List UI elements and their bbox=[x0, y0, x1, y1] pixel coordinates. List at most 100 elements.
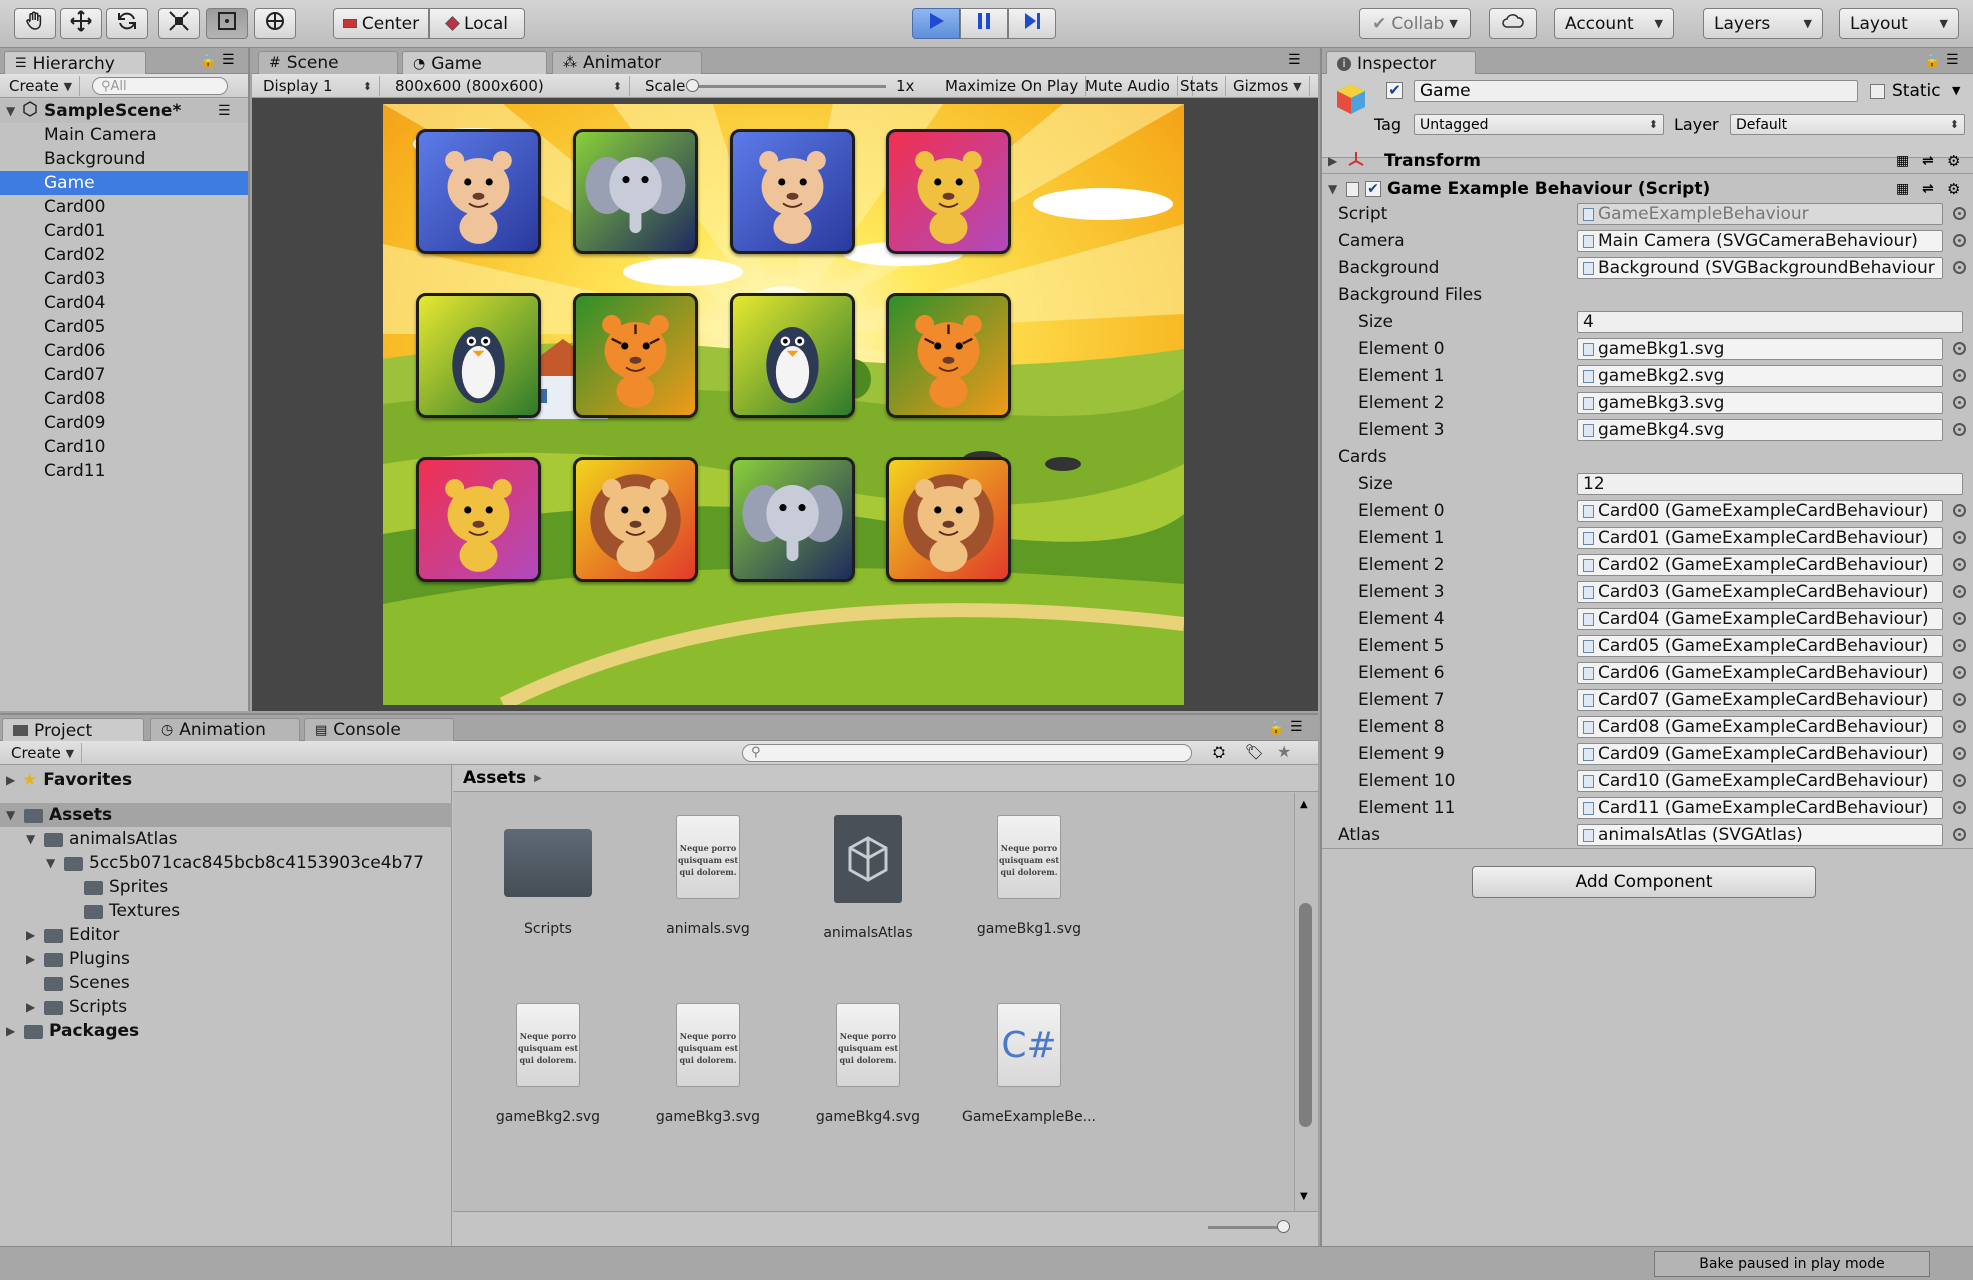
object-picker-icon[interactable] bbox=[1953, 234, 1966, 247]
lock-icon[interactable]: 🔒 bbox=[1924, 54, 1940, 69]
tab-scene[interactable]: # Scene bbox=[258, 51, 398, 74]
card-lion-cub[interactable] bbox=[730, 129, 855, 254]
card-field[interactable]: Card06 (GameExampleCardBehaviour) bbox=[1577, 662, 1943, 684]
card-leopard[interactable] bbox=[886, 129, 1011, 254]
hierarchy-item[interactable]: Card01 bbox=[0, 219, 248, 243]
enabled-checkbox[interactable]: ✔ bbox=[1365, 181, 1381, 197]
help-book-icon[interactable]: ▦ bbox=[1896, 153, 1909, 169]
preset-sliders-icon[interactable]: ⇌ bbox=[1922, 153, 1934, 169]
card-field[interactable]: Card07 (GameExampleCardBehaviour) bbox=[1577, 689, 1943, 711]
card-penguin[interactable] bbox=[730, 293, 855, 418]
rect-tool-button[interactable] bbox=[206, 8, 248, 39]
card-elephant[interactable] bbox=[573, 129, 698, 254]
assets-node[interactable]: ▼ Assets bbox=[0, 803, 452, 827]
card-field[interactable]: Card03 (GameExampleCardBehaviour) bbox=[1577, 581, 1943, 603]
step-button[interactable] bbox=[1008, 8, 1056, 39]
static-checkbox[interactable] bbox=[1870, 84, 1885, 99]
hierarchy-item[interactable]: Main Camera bbox=[0, 123, 248, 147]
scroll-up-icon[interactable]: ▲ bbox=[1300, 799, 1308, 810]
chevron-down-icon[interactable]: ▼ bbox=[46, 856, 60, 870]
object-picker-icon[interactable] bbox=[1953, 774, 1966, 787]
card-field[interactable]: Card10 (GameExampleCardBehaviour) bbox=[1577, 770, 1943, 792]
script-field[interactable]: GameExampleBehaviour bbox=[1577, 203, 1943, 225]
hierarchy-item[interactable]: Card03 bbox=[0, 267, 248, 291]
object-picker-icon[interactable] bbox=[1953, 639, 1966, 652]
gizmos-toggle[interactable]: Gizmos ▼ bbox=[1226, 76, 1310, 96]
card-field[interactable]: Card05 (GameExampleCardBehaviour) bbox=[1577, 635, 1943, 657]
script-component-header[interactable]: ▼ ✔ Game Example Behaviour (Script) ▦ ⇌ … bbox=[1322, 176, 1973, 202]
rotate-tool-button[interactable] bbox=[106, 8, 148, 39]
bg-file-field[interactable]: gameBkg3.svg bbox=[1577, 392, 1943, 414]
object-picker-icon[interactable] bbox=[1953, 504, 1966, 517]
hierarchy-create-button[interactable]: Create ▼ bbox=[2, 76, 81, 96]
object-picker-icon[interactable] bbox=[1953, 423, 1966, 436]
card-tiger[interactable] bbox=[573, 293, 698, 418]
game-canvas[interactable] bbox=[383, 104, 1184, 705]
card-tiger[interactable] bbox=[886, 293, 1011, 418]
scale-slider-handle[interactable] bbox=[686, 79, 699, 92]
asset-item[interactable]: C# GameExampleBe... bbox=[934, 1003, 1124, 1125]
tab-project[interactable]: Project bbox=[2, 718, 144, 742]
hierarchy-item[interactable]: Card10 bbox=[0, 435, 248, 459]
filter-by-type-icon[interactable]: ⛭ bbox=[1213, 743, 1225, 761]
help-book-icon[interactable]: ▦ bbox=[1896, 181, 1909, 197]
hierarchy-search-input[interactable]: ⚲ All bbox=[92, 77, 228, 95]
bg-file-field[interactable]: gameBkg1.svg bbox=[1577, 338, 1943, 360]
object-picker-icon[interactable] bbox=[1953, 666, 1966, 679]
project-search-input[interactable]: ⚲ bbox=[742, 744, 1192, 762]
display-dropdown[interactable]: Display 1 ⬍ bbox=[256, 76, 380, 96]
object-picker-icon[interactable] bbox=[1953, 612, 1966, 625]
hierarchy-item[interactable]: Card00 bbox=[0, 195, 248, 219]
camera-field[interactable]: Main Camera (SVGCameraBehaviour) bbox=[1577, 230, 1943, 252]
tree-folder-node[interactable]: ▶ Scripts bbox=[0, 995, 127, 1019]
scene-menu-icon[interactable]: ☰ bbox=[218, 103, 231, 119]
tab-console[interactable]: ▤ Console bbox=[304, 718, 454, 741]
transform-tool-button[interactable] bbox=[254, 8, 296, 39]
card-elephant[interactable] bbox=[730, 457, 855, 582]
object-picker-icon[interactable] bbox=[1953, 720, 1966, 733]
chevron-right-icon[interactable]: ▶ bbox=[26, 928, 40, 942]
maximize-on-play-toggle[interactable]: Maximize On Play bbox=[938, 76, 1087, 96]
card-lion[interactable] bbox=[573, 457, 698, 582]
card-field[interactable]: Card04 (GameExampleCardBehaviour) bbox=[1577, 608, 1943, 630]
asset-scrollbar[interactable]: ▲ ▼ bbox=[1294, 793, 1316, 1211]
favorites-node[interactable]: ▶ ★ Favorites bbox=[0, 768, 132, 792]
object-picker-icon[interactable] bbox=[1953, 747, 1966, 760]
mute-audio-toggle[interactable]: Mute Audio bbox=[1078, 76, 1178, 96]
object-picker-icon[interactable] bbox=[1953, 261, 1966, 274]
object-picker-icon[interactable] bbox=[1953, 693, 1966, 706]
pivot-space-toggle[interactable]: Local bbox=[429, 8, 525, 39]
card-field[interactable]: Card11 (GameExampleCardBehaviour) bbox=[1577, 797, 1943, 819]
tree-folder-node[interactable]: Scenes bbox=[0, 971, 130, 995]
tab-game[interactable]: ◔ Game bbox=[402, 51, 547, 75]
size-input[interactable]: 12 bbox=[1577, 473, 1963, 495]
tree-folder-node[interactable]: ▼ animalsAtlas bbox=[0, 827, 177, 851]
object-picker-icon[interactable] bbox=[1953, 342, 1966, 355]
hierarchy-item[interactable]: Card08 bbox=[0, 387, 248, 411]
breadcrumb-assets[interactable]: Assets bbox=[463, 768, 526, 788]
cloud-button[interactable] bbox=[1489, 8, 1537, 39]
preset-sliders-icon[interactable]: ⇌ bbox=[1922, 181, 1934, 197]
hierarchy-item[interactable]: Card02 bbox=[0, 243, 248, 267]
active-checkbox[interactable]: ✔ bbox=[1386, 82, 1403, 99]
chevron-right-icon[interactable]: ▶ bbox=[26, 952, 40, 966]
collab-dropdown[interactable]: ✔ Collab ▼ bbox=[1359, 8, 1471, 39]
stats-toggle[interactable]: Stats bbox=[1173, 76, 1227, 96]
pivot-center-toggle[interactable]: Center bbox=[333, 8, 429, 39]
layout-dropdown[interactable]: Layout ▼ bbox=[1839, 8, 1959, 39]
tab-animator[interactable]: ⁂ Animator bbox=[552, 51, 702, 74]
card-lion-cub[interactable] bbox=[416, 129, 541, 254]
icon-size-slider[interactable] bbox=[1208, 1226, 1286, 1229]
tree-folder-node[interactable]: Textures bbox=[0, 899, 180, 923]
scale-slider-track[interactable] bbox=[690, 85, 886, 88]
atlas-field[interactable]: animalsAtlas (SVGAtlas) bbox=[1577, 824, 1943, 846]
chevron-down-icon[interactable]: ▼ bbox=[26, 832, 40, 846]
label-tag-icon[interactable]: 🏷 bbox=[1245, 743, 1264, 761]
gameobject-name-input[interactable]: Game bbox=[1414, 80, 1858, 102]
gear-icon[interactable]: ⚙ bbox=[1947, 152, 1960, 170]
lock-icon[interactable]: 🔒 bbox=[1268, 721, 1284, 736]
tab-inspector[interactable]: i Inspector bbox=[1326, 51, 1476, 75]
move-tool-button[interactable] bbox=[60, 8, 102, 39]
hierarchy-item[interactable]: Card06 bbox=[0, 339, 248, 363]
tab-animation[interactable]: ◷ Animation bbox=[150, 718, 300, 741]
